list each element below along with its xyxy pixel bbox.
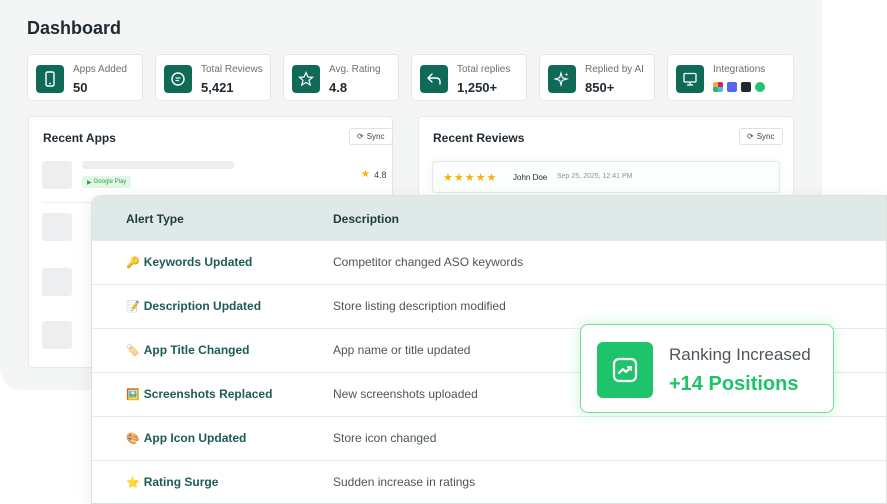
freshdesk-icon [755, 82, 765, 92]
alert-type-cell: 🖼️ Screenshots Replaced [126, 387, 272, 401]
stat-label: Total replies [457, 64, 511, 75]
app-icon-placeholder [42, 213, 72, 241]
review-item[interactable]: ★★★★★ John Doe Sep 25, 2025, 12:41 PM [432, 161, 780, 193]
table-row[interactable]: 📝 Description Updated Store listing desc… [92, 284, 886, 328]
table-header: Alert Type Description [92, 196, 886, 240]
star-icon: ★ [361, 169, 370, 180]
stat-value: 50 [73, 80, 88, 95]
app-root: Dashboard Apps Added 50 Total Reviews 5,… [0, 0, 887, 504]
review-stars: ★★★★★ [443, 172, 498, 184]
monitor-icon [676, 65, 704, 93]
table-row[interactable]: ⭐ Rating Surge Sudden increase in rating… [92, 460, 886, 503]
stat-label: Replied by AI [585, 64, 644, 75]
zendesk-icon [741, 82, 751, 92]
alert-type-label: Description Updated [143, 299, 262, 313]
ranking-label: Ranking Increased [669, 345, 811, 364]
recent-apps-title: Recent Apps [43, 131, 116, 145]
app-icon-placeholder [42, 321, 72, 349]
stat-card-total-replies[interactable]: Total replies 1,250+ [411, 54, 527, 101]
app-name-placeholder [82, 161, 234, 169]
stat-card-replied-by-ai[interactable]: Replied by AI 850+ [539, 54, 655, 101]
stat-card-total-reviews[interactable]: Total Reviews 5,421 [155, 54, 271, 101]
column-header-alert-type: Alert Type [126, 212, 184, 226]
table-row[interactable]: 🎨 App Icon Updated Store icon changed [92, 416, 886, 460]
stat-value: 1,250+ [457, 80, 498, 95]
stat-label: Total Reviews [201, 64, 263, 75]
app-icon-placeholder [42, 161, 72, 189]
sync-label: Sync [366, 132, 385, 141]
alert-type-cell: 📝 Description Updated [126, 299, 261, 313]
alert-description: New screenshots uploaded [333, 387, 478, 401]
sync-label: Sync [756, 132, 775, 141]
stat-card-apps-added[interactable]: Apps Added 50 [27, 54, 143, 101]
key-icon: 🔑 [126, 256, 140, 269]
stat-label: Avg. Rating [329, 64, 381, 75]
label-tag-icon: 🏷️ [126, 344, 140, 357]
picture-icon: 🖼️ [126, 388, 140, 401]
chat-icon [164, 65, 192, 93]
ranking-value: +14 Positions [669, 373, 799, 395]
alert-type-label: App Icon Updated [143, 431, 247, 445]
stat-value: 4.8 [329, 80, 348, 95]
column-header-description: Description [333, 212, 400, 226]
star-icon [292, 65, 320, 93]
stat-label: Integrations [713, 64, 766, 75]
alert-description: Store listing description modified [333, 299, 506, 313]
table-row[interactable]: 🔑 Keywords Updated Competitor changed AS… [92, 240, 886, 284]
alert-type-label: Keywords Updated [143, 255, 253, 269]
phone-icon [36, 65, 64, 93]
recent-reviews-title: Recent Reviews [433, 131, 525, 145]
palette-icon: 🎨 [126, 432, 140, 445]
alert-type-cell: 🎨 App Icon Updated [126, 431, 246, 445]
trending-up-icon [597, 342, 653, 398]
alert-type-label: App Title Changed [143, 343, 250, 357]
stat-value: 5,421 [201, 80, 234, 95]
ranking-notification-card: Ranking Increased +14 Positions [580, 324, 834, 413]
alert-type-cell: 🏷️ App Title Changed [126, 343, 249, 357]
stat-card-avg-rating[interactable]: Avg. Rating 4.8 [283, 54, 399, 101]
app-icon-placeholder [42, 268, 72, 296]
sync-button[interactable]: ⟳ Sync [349, 128, 393, 145]
app-rating: ★ 4.8 [361, 169, 386, 180]
star-icon: ⭐ [126, 476, 140, 489]
store-label: Google Play [93, 179, 127, 185]
refresh-icon: ⟳ [747, 132, 754, 141]
page-title: Dashboard [27, 18, 122, 38]
alert-description: Competitor changed ASO keywords [333, 255, 524, 269]
stat-label: Apps Added [73, 64, 127, 75]
reviewer-name: John Doe [513, 173, 548, 182]
alert-description: Store icon changed [333, 431, 437, 445]
play-icon: ▶ [87, 179, 92, 186]
alert-type-label: Rating Surge [143, 475, 219, 489]
integration-logos [713, 82, 765, 92]
alert-description: Sudden increase in ratings [333, 475, 476, 489]
reply-icon [420, 65, 448, 93]
alert-type-label: Screenshots Replaced [143, 387, 273, 401]
rating-value: 4.8 [373, 169, 387, 180]
alert-description: App name or title updated [333, 343, 471, 357]
stat-card-integrations[interactable]: Integrations [667, 54, 794, 101]
discord-icon [727, 82, 737, 92]
review-date: Sep 25, 2025, 12:41 PM [557, 173, 633, 180]
google-play-badge: ▶ Google Play [82, 176, 132, 188]
slack-icon [713, 82, 723, 92]
memo-icon: 📝 [126, 300, 140, 313]
refresh-icon: ⟳ [357, 132, 364, 141]
sparkle-icon [548, 65, 576, 93]
alert-type-cell: 🔑 Keywords Updated [126, 255, 252, 269]
stat-value: 850+ [585, 80, 615, 95]
sync-button[interactable]: ⟳ Sync [739, 128, 783, 145]
alert-type-cell: ⭐ Rating Surge [126, 475, 218, 489]
